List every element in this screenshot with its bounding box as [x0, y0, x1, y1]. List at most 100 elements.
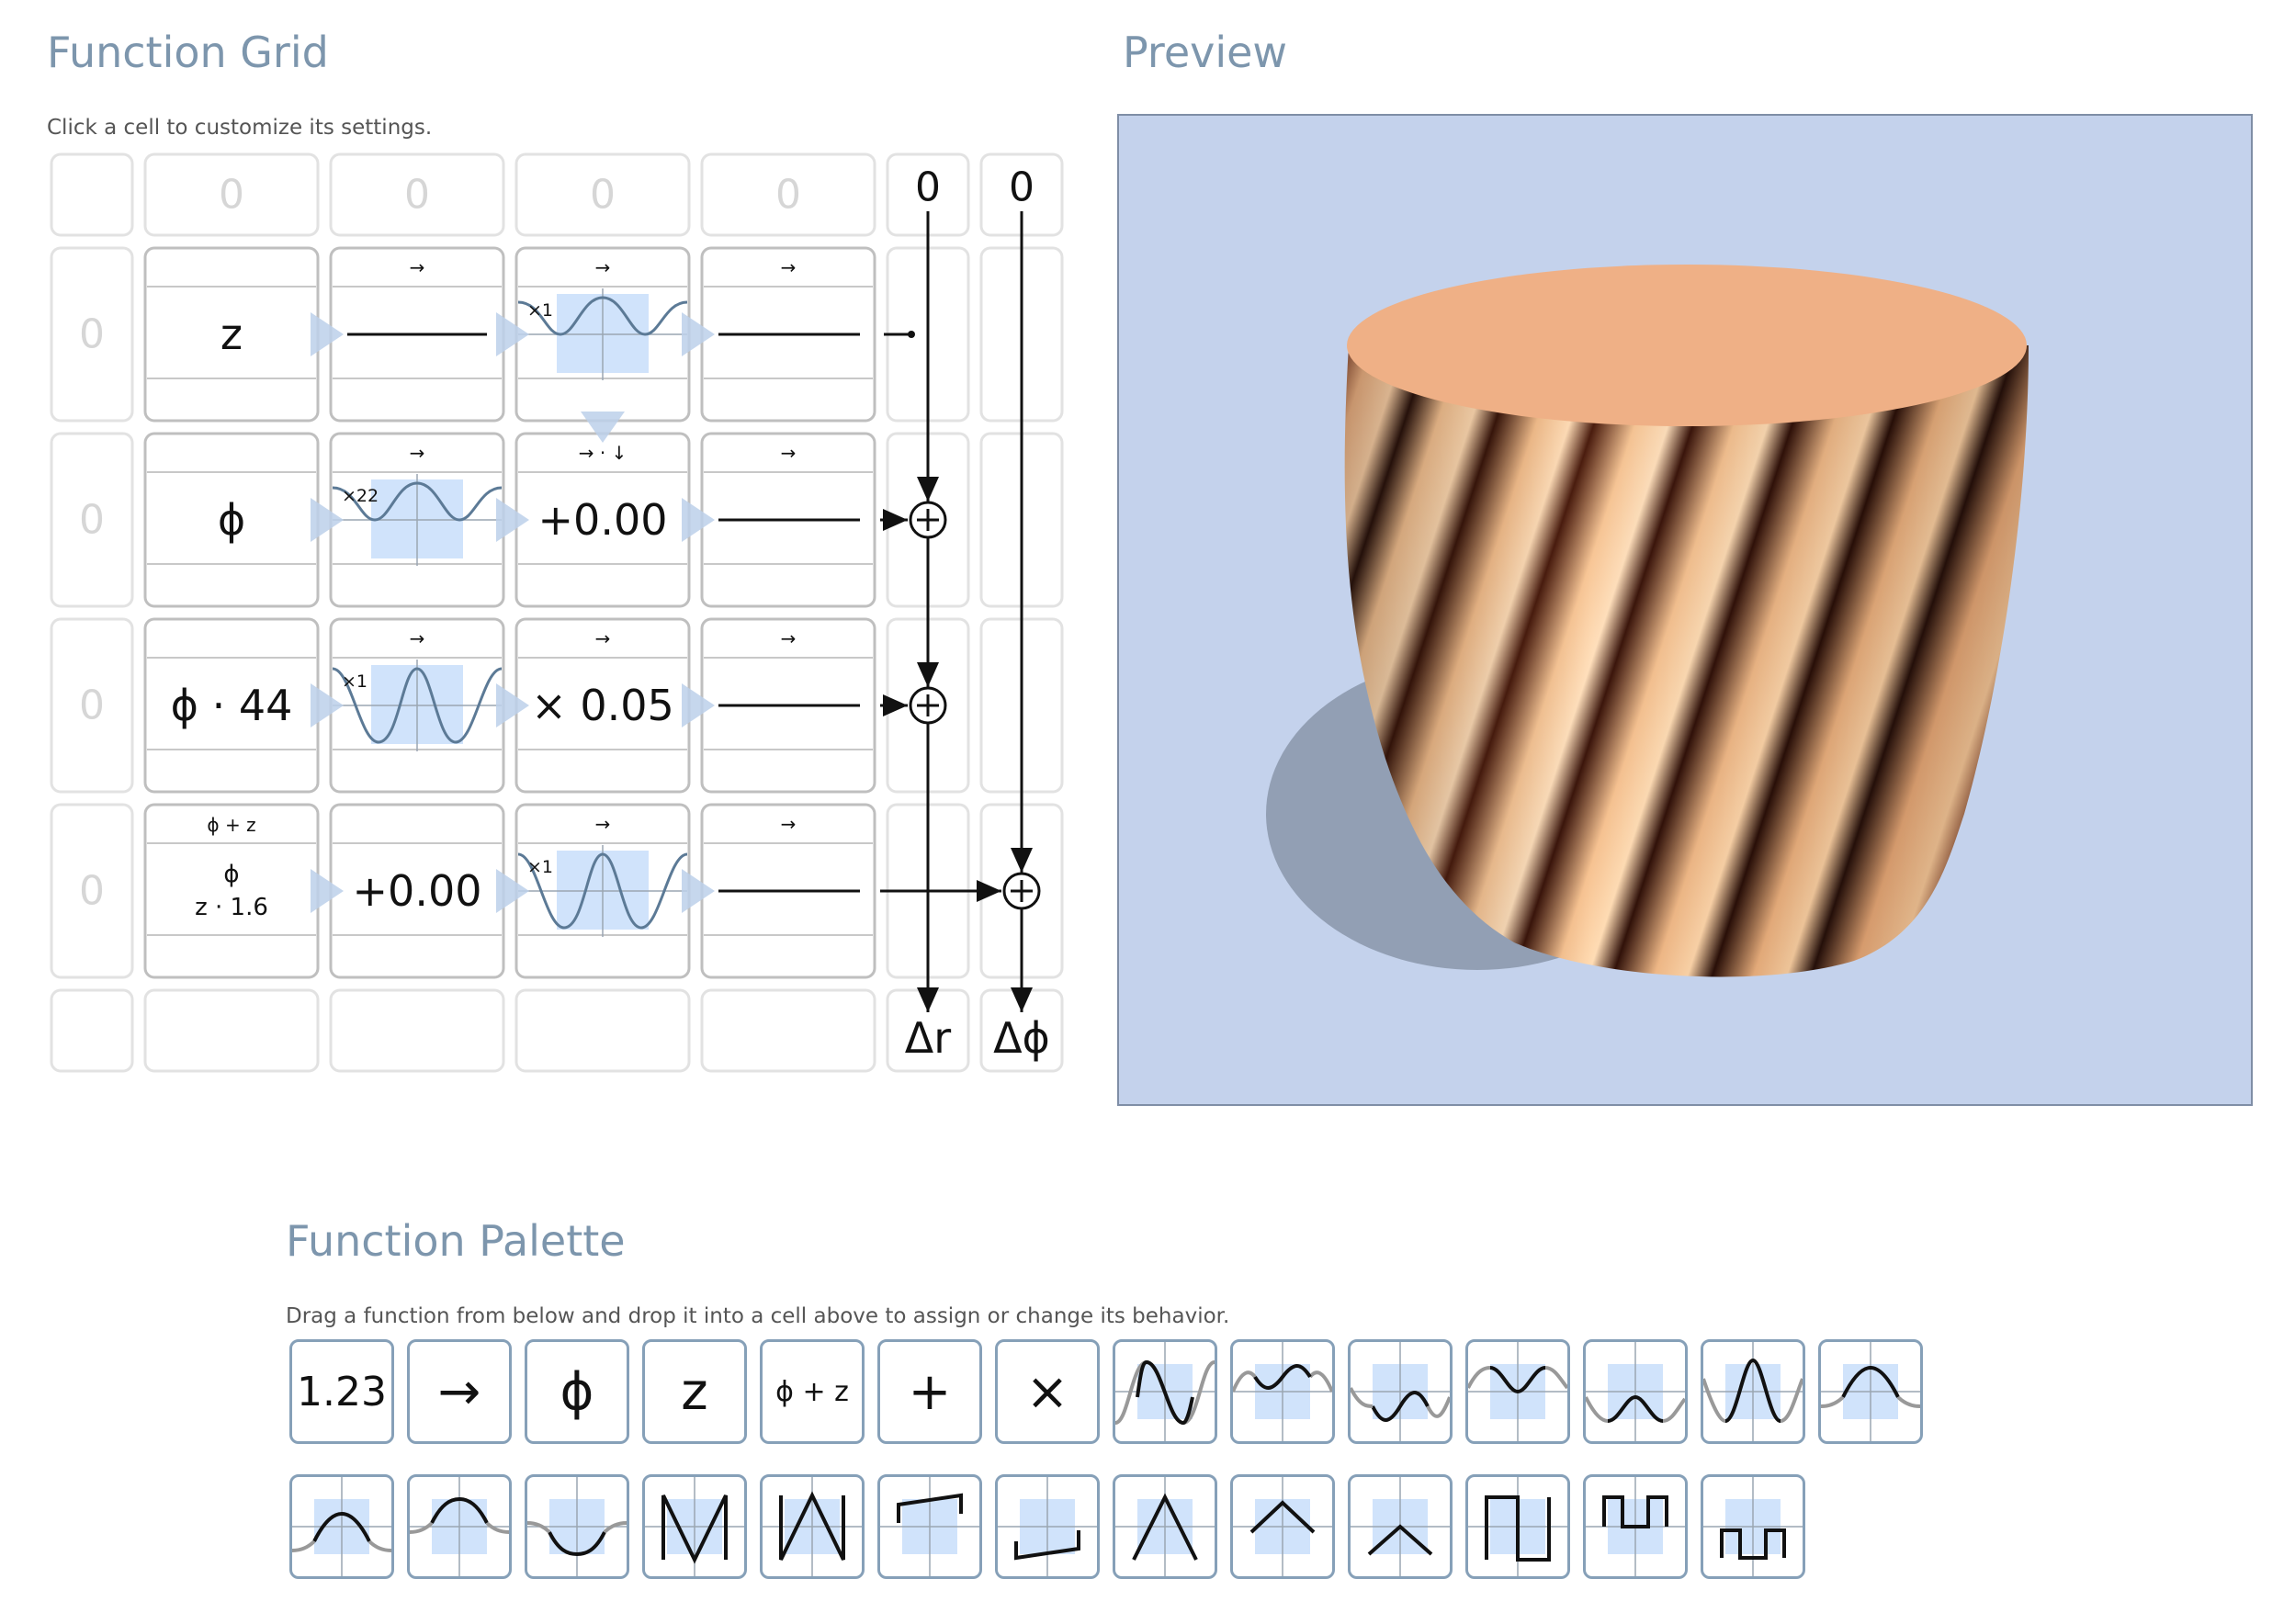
arch-icon	[410, 1477, 509, 1576]
bowl-icon	[527, 1477, 627, 1576]
palette-ramp-step[interactable]	[877, 1474, 982, 1579]
palette-label: z	[681, 1361, 708, 1422]
palette-abs-cos[interactable]	[1465, 1339, 1570, 1444]
wedge-icon	[1351, 1477, 1450, 1576]
add-constant-value: +0.00	[353, 866, 482, 916]
ramp-step-icon	[880, 1477, 979, 1576]
palette-phi-plus-z[interactable]: ϕ + z	[760, 1339, 865, 1444]
arrow-label: →	[781, 256, 797, 278]
header-value: 0	[590, 172, 616, 219]
square-low-icon	[1703, 1477, 1803, 1576]
preview-viewport[interactable]	[1117, 114, 2253, 1106]
palette-arch[interactable]	[407, 1474, 512, 1579]
row-value: 0	[79, 682, 105, 729]
input-label-phi: ϕ	[223, 861, 239, 888]
palette-hint: Drag a function from below and drop it i…	[286, 1304, 1230, 1328]
output-r-initial-value: 0	[915, 164, 941, 211]
palette-label: +	[908, 1361, 952, 1422]
tent-icon	[1233, 1477, 1332, 1576]
palette-sawtooth-down[interactable]	[760, 1474, 865, 1579]
vase-top	[1347, 265, 2027, 426]
palette-square-pulse[interactable]	[1583, 1474, 1688, 1579]
add-constant-value: +0.00	[538, 495, 668, 545]
grid-output-row: Δr Δϕ	[50, 988, 1064, 1073]
multiplier-label: ×1	[527, 857, 553, 877]
sum-node	[909, 501, 947, 539]
output-delta-phi-label: Δϕ	[993, 1013, 1050, 1063]
grid-header-row: 0 0 0 0 0 0	[50, 152, 1064, 237]
arrow-label: →	[595, 256, 611, 278]
arrow-label: →	[595, 627, 611, 649]
palette-square-low[interactable]	[1701, 1474, 1805, 1579]
sawtooth-up-icon	[645, 1477, 744, 1576]
grid-title: Function Grid	[47, 28, 329, 77]
sawtooth-down-icon	[763, 1477, 862, 1576]
palette-label: →	[437, 1361, 481, 1422]
palette-sine-peak[interactable]	[1701, 1339, 1805, 1444]
palette-wedge[interactable]	[1348, 1474, 1453, 1579]
grid-row-4: 0 ϕ + z ϕ z · 1.6 +0.00 → ×1 →	[50, 803, 1064, 979]
cosine-bump-icon	[1233, 1342, 1332, 1441]
palette-tent[interactable]	[1230, 1474, 1335, 1579]
palette-cosine-bump[interactable]	[1230, 1339, 1335, 1444]
ramp-low-icon	[998, 1477, 1097, 1576]
palette-bowl[interactable]	[525, 1474, 629, 1579]
palette-multiply[interactable]: ×	[995, 1339, 1100, 1444]
arrow-label: →	[781, 813, 797, 835]
output-delta-r-label: Δr	[905, 1013, 951, 1063]
palette-constant[interactable]: 1.23	[289, 1339, 394, 1444]
multiplier-label: ×1	[342, 671, 367, 692]
input-label: z	[220, 310, 243, 359]
sum-node	[909, 686, 947, 725]
sum-node	[1002, 872, 1041, 910]
row-value: 0	[79, 868, 105, 915]
palette-triangle-peak[interactable]	[1113, 1474, 1217, 1579]
arrow-label: →	[781, 627, 797, 649]
palette-cosine-dip[interactable]	[1348, 1339, 1453, 1444]
palette-passthrough[interactable]: →	[407, 1339, 512, 1444]
arrow-label: →	[595, 813, 611, 835]
input-label: ϕ · 44	[171, 681, 293, 730]
grid-row-2: 0 ϕ → ×22 → · ↓ +0.00 →	[50, 412, 1064, 608]
multiplier-label: ×1	[527, 300, 553, 321]
sine-peak-icon	[1703, 1342, 1803, 1441]
arrow-label: → · ↓	[579, 442, 627, 464]
grid-row-1: 0 z → → ×1 →	[50, 246, 1064, 423]
arrow-label: →	[781, 442, 797, 464]
multiply-value: × 0.05	[531, 681, 674, 730]
palette-label: ϕ	[560, 1361, 594, 1422]
palette-sawtooth-up[interactable]	[642, 1474, 747, 1579]
input-label-z: z · 1.6	[195, 894, 268, 921]
cosine-wave-icon	[1821, 1342, 1920, 1441]
palette-inverted-bump[interactable]	[1583, 1339, 1688, 1444]
input-label: ϕ	[218, 495, 245, 545]
grid-corner-cell[interactable]	[50, 152, 134, 237]
palette-add[interactable]: +	[877, 1339, 982, 1444]
palette-z[interactable]: z	[642, 1339, 747, 1444]
input-type-label: ϕ + z	[207, 814, 255, 836]
output-phi-initial-value: 0	[1009, 164, 1034, 211]
palette-phi[interactable]: ϕ	[525, 1339, 629, 1444]
square-wave-icon	[1468, 1477, 1567, 1576]
palette-square-wave[interactable]	[1465, 1474, 1570, 1579]
palette-title: Function Palette	[286, 1216, 626, 1266]
palette-cosine-wave[interactable]	[1818, 1339, 1923, 1444]
palette-label: ϕ + z	[775, 1375, 849, 1408]
vase-render	[1266, 265, 2029, 977]
arrow-label: →	[410, 627, 425, 649]
square-pulse-icon	[1586, 1477, 1685, 1576]
triangle-peak-icon	[1115, 1477, 1215, 1576]
sine-trough-icon	[292, 1477, 391, 1576]
grid-hint: Click a cell to customize its settings.	[47, 116, 433, 140]
palette-label: 1.23	[297, 1368, 387, 1415]
header-value: 0	[219, 172, 244, 219]
inverted-bump-icon	[1586, 1342, 1685, 1441]
sine-full-icon	[1115, 1342, 1215, 1441]
palette-sine-full[interactable]	[1113, 1339, 1217, 1444]
palette-sine-trough[interactable]	[289, 1474, 394, 1579]
preview-title: Preview	[1123, 28, 1288, 77]
palette-ramp-low[interactable]	[995, 1474, 1100, 1579]
abs-cos-icon	[1468, 1342, 1567, 1441]
header-value: 0	[775, 172, 801, 219]
arrow-label: →	[410, 442, 425, 464]
